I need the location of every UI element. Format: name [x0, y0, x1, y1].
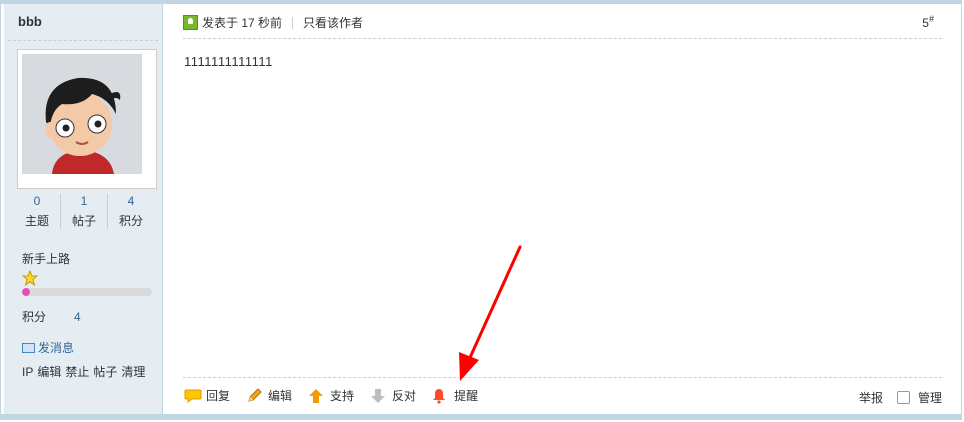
post-admin-actions: 举报 管理	[859, 389, 942, 406]
arrow-down-icon	[370, 388, 386, 404]
header-separator	[183, 38, 942, 39]
stat-points[interactable]: 4 积分	[107, 194, 154, 229]
send-message-link[interactable]: 发消息	[22, 339, 74, 356]
edit-button[interactable]: 编辑	[246, 387, 292, 404]
stat-threads-value: 0	[33, 194, 41, 208]
post-actions: 回复 编辑 支持 反对 提醒	[184, 387, 494, 404]
stat-posts[interactable]: 1 帖子	[60, 194, 107, 229]
only-author-link[interactable]: 只看该作者	[303, 14, 363, 31]
author-sidebar: bbb 0 主题 1 帖子 4 积分 新手上路 积分 4 发消息 IP 编辑 禁…	[4, 4, 163, 414]
header-divider	[292, 16, 294, 29]
online-status-icon	[183, 15, 198, 30]
points-row: 积分 4	[22, 308, 81, 325]
rank-progress-bar	[22, 288, 152, 296]
stat-posts-value: 1	[80, 194, 88, 208]
footer-separator	[183, 377, 942, 378]
points-label: 积分	[22, 310, 47, 324]
admin-edit-link[interactable]: 编辑	[37, 365, 61, 379]
author-username[interactable]: bbb	[18, 14, 42, 29]
manage-label: 管理	[917, 391, 942, 405]
posted-time: 发表于 17 秒前	[202, 16, 283, 30]
admin-ip-link[interactable]: IP	[22, 365, 33, 379]
arrow-up-icon	[308, 388, 324, 404]
post-header: 发表于 17 秒前 只看该作者	[183, 14, 363, 31]
stat-points-value: 4	[127, 194, 135, 208]
admin-links: IP 编辑 禁止 帖子 清理	[22, 363, 149, 380]
report-link[interactable]: 举报	[859, 389, 883, 406]
remind-button[interactable]: 提醒	[432, 387, 478, 404]
stat-threads[interactable]: 0 主题	[14, 194, 60, 229]
reply-button[interactable]: 回复	[184, 387, 230, 404]
oppose-label: 反对	[392, 389, 417, 403]
author-stats: 0 主题 1 帖子 4 积分	[14, 194, 154, 229]
support-label: 支持	[330, 389, 355, 403]
manage-checkbox[interactable]	[896, 391, 910, 404]
admin-ban-link[interactable]: 禁止	[65, 365, 89, 379]
send-message-label: 发消息	[38, 341, 75, 355]
stat-posts-label: 帖子	[71, 214, 96, 228]
avatar-image	[22, 54, 142, 174]
reply-icon	[184, 388, 202, 404]
floor-value: 5	[922, 16, 929, 30]
mail-icon	[22, 342, 35, 353]
support-button[interactable]: 支持	[308, 387, 354, 404]
stat-points-label: 积分	[118, 214, 143, 228]
sidebar-divider	[8, 40, 158, 41]
admin-posts-link[interactable]: 帖子	[93, 365, 117, 379]
points-value: 4	[74, 310, 81, 324]
user-rank[interactable]: 新手上路	[22, 250, 70, 267]
floor-mark: #	[928, 14, 934, 24]
oppose-button[interactable]: 反对	[370, 387, 416, 404]
remind-label: 提醒	[454, 389, 479, 403]
edit-label: 编辑	[268, 389, 293, 403]
stat-threads-label: 主题	[24, 214, 49, 228]
avatar[interactable]	[17, 49, 157, 189]
rank-progress-fill	[22, 288, 30, 296]
star-icon	[21, 269, 39, 287]
post-content: 1111111111111	[184, 54, 273, 69]
reply-label: 回复	[206, 389, 231, 403]
bell-icon	[432, 388, 448, 404]
admin-clean-link[interactable]: 清理	[121, 365, 145, 379]
floor-number[interactable]: 5#	[922, 14, 934, 30]
pencil-icon	[246, 387, 262, 404]
